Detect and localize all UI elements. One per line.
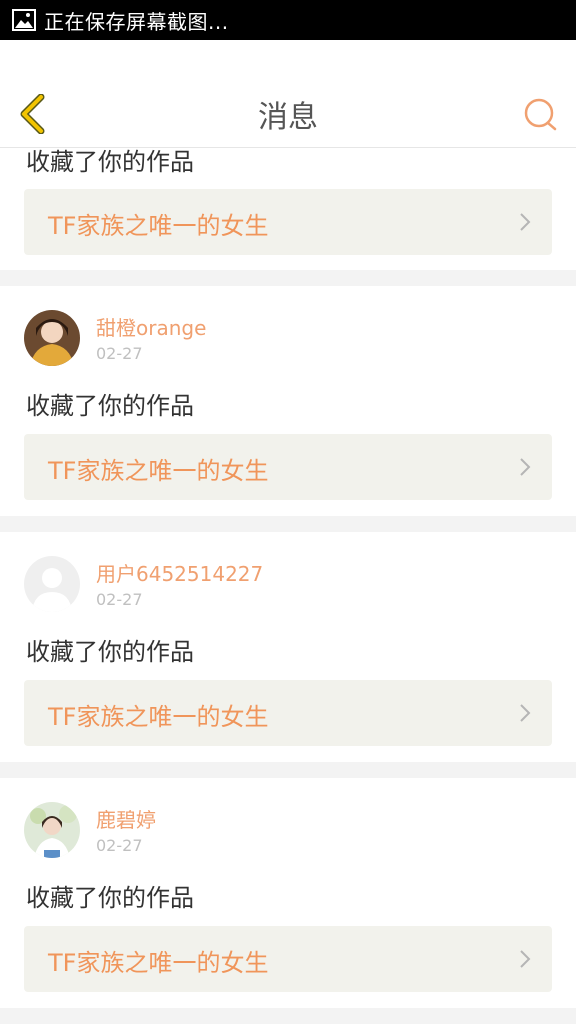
action-text: 收藏了你的作品	[26, 148, 194, 176]
avatar[interactable]	[24, 556, 80, 612]
chevron-right-icon	[520, 458, 531, 476]
chevron-right-icon	[520, 704, 531, 722]
status-bar: 正在保存屏幕截图...	[0, 0, 576, 40]
action-text: 收藏了你的作品	[26, 884, 194, 912]
action-text: 收藏了你的作品	[26, 392, 194, 420]
date: 02-27	[96, 344, 143, 363]
work-title: TF家族之唯一的女生	[48, 949, 269, 977]
username[interactable]: 甜橙orange	[96, 312, 206, 341]
avatar[interactable]	[24, 310, 80, 366]
status-text: 正在保存屏幕截图...	[44, 9, 229, 34]
avatar[interactable]	[24, 802, 80, 858]
message-list[interactable]: 收藏了你的作品 TF家族之唯一的女生 甜橙orange 02-27 收藏了你的作…	[0, 148, 576, 1024]
list-item: 收藏了你的作品 TF家族之唯一的女生	[0, 148, 576, 270]
search-icon	[524, 98, 557, 131]
image-icon	[12, 9, 36, 31]
default-avatar-icon	[24, 556, 80, 612]
date: 02-27	[96, 590, 143, 609]
chevron-right-icon	[520, 213, 531, 231]
action-text: 收藏了你的作品	[26, 638, 194, 666]
list-item: 用户6452514227 02-27 收藏了你的作品 TF家族之唯一的女生	[0, 532, 576, 762]
work-link[interactable]: TF家族之唯一的女生	[24, 680, 552, 746]
header: 消息	[0, 40, 576, 148]
username[interactable]: 用户6452514227	[96, 558, 263, 587]
avatar-image	[24, 310, 80, 366]
avatar-image	[24, 802, 80, 858]
work-title: TF家族之唯一的女生	[48, 212, 269, 240]
work-title: TF家族之唯一的女生	[48, 457, 269, 485]
page-title: 消息	[258, 100, 318, 135]
list-item: 鹿碧婷 02-27 收藏了你的作品 TF家族之唯一的女生	[0, 778, 576, 1008]
work-link[interactable]: TF家族之唯一的女生	[24, 434, 552, 500]
work-link[interactable]: TF家族之唯一的女生	[24, 926, 552, 992]
work-link[interactable]: TF家族之唯一的女生	[24, 189, 552, 255]
username[interactable]: 鹿碧婷	[96, 804, 156, 833]
date: 02-27	[96, 836, 143, 855]
work-title: TF家族之唯一的女生	[48, 703, 269, 731]
search-button[interactable]	[520, 94, 560, 134]
list-item: 甜橙orange 02-27 收藏了你的作品 TF家族之唯一的女生	[0, 286, 576, 516]
chevron-right-icon	[520, 950, 531, 968]
